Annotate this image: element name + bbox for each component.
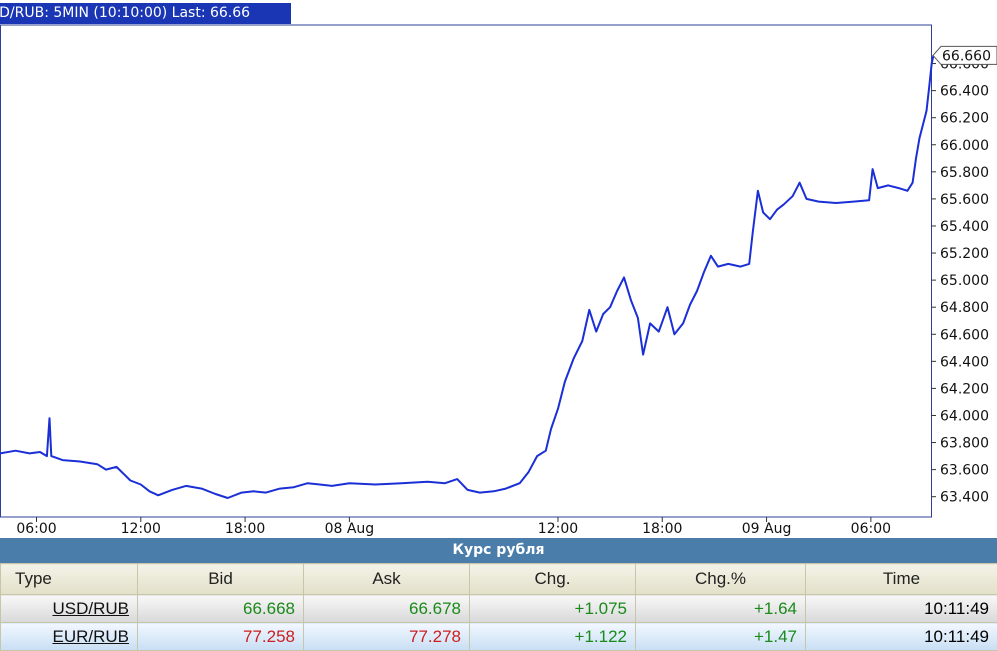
table-row[interactable]: USD/RUB 66.668 66.678 +1.075 +1.64 10:11…: [1, 595, 997, 623]
y-tick-label: 66.200: [940, 111, 989, 127]
last-price-label: 66.660: [942, 48, 991, 64]
y-tick-label: 65.400: [940, 219, 989, 235]
time-cell: 10:11:49: [806, 595, 997, 623]
ask-cell: 66.678: [304, 595, 470, 623]
col-header-time[interactable]: Time: [806, 564, 997, 595]
y-tick-label: 64.800: [940, 300, 989, 316]
y-tick-label: 65.200: [940, 246, 989, 262]
col-header-chg[interactable]: Chg.: [470, 564, 636, 595]
x-tick-label: 09 Aug: [742, 521, 792, 537]
y-tick-label: 63.800: [940, 436, 989, 452]
col-header-chg-pct[interactable]: Chg.%: [636, 564, 806, 595]
bid-cell: 66.668: [138, 595, 304, 623]
y-tick-label: 64.200: [940, 381, 989, 397]
panel-header: Курс рубля: [0, 538, 997, 563]
x-tick-label: 18:00: [225, 521, 265, 537]
time-cell: 10:11:49: [806, 623, 997, 651]
y-tick-label: 65.600: [940, 192, 989, 208]
chg-pct-cell: +1.64: [636, 595, 806, 623]
x-tick-label: 06:00: [851, 521, 891, 537]
plot-frame: [1, 25, 932, 517]
last-price-marker: 66.660: [933, 46, 997, 64]
col-header-bid[interactable]: Bid: [138, 564, 304, 595]
instrument-link-usd-rub[interactable]: USD/RUB: [52, 599, 129, 618]
y-tick-label: 66.400: [940, 84, 989, 100]
chart-canvas: 63.400 63.600 63.800 64.000 64.200 64.400 64.6…: [0, 0, 997, 537]
x-tick-label: 08 Aug: [325, 521, 375, 537]
x-tick-label: 18:00: [642, 521, 682, 537]
y-tick-label: 65.000: [940, 273, 989, 289]
price-chart: 63.400 63.600 63.800 64.000 64.200 64.400 64.6…: [0, 0, 997, 537]
table-header-row: Type Bid Ask Chg. Chg.% Time: [1, 564, 997, 595]
chart-title: USD/RUB: 5MIN (10:10:00) Last: 66.66: [0, 3, 291, 24]
chg-cell: +1.075: [470, 595, 636, 623]
chg-cell: +1.122: [470, 623, 636, 651]
col-header-ask[interactable]: Ask: [304, 564, 470, 595]
y-tick-label: 63.400: [940, 490, 989, 506]
ask-cell: 77.278: [304, 623, 470, 651]
y-tick-label: 64.600: [940, 327, 989, 343]
instrument-link-eur-rub[interactable]: EUR/RUB: [52, 627, 129, 646]
quotes-table: Type Bid Ask Chg. Chg.% Time USD/RUB 66.…: [0, 563, 997, 651]
y-tick-label: 65.800: [940, 165, 989, 181]
table-row[interactable]: EUR/RUB 77.258 77.278 +1.122 +1.47 10:11…: [1, 623, 997, 651]
y-tick-label: 66.000: [940, 138, 989, 154]
y-tick-label: 64.400: [940, 354, 989, 370]
x-tick-label: 12:00: [121, 521, 161, 537]
y-tick-label: 64.000: [940, 408, 989, 424]
chg-pct-cell: +1.47: [636, 623, 806, 651]
bid-cell: 77.258: [138, 623, 304, 651]
col-header-type[interactable]: Type: [1, 564, 138, 595]
x-tick-label: 06:00: [16, 521, 56, 537]
y-tick-label: 63.600: [940, 463, 989, 479]
x-tick-label: 12:00: [538, 521, 578, 537]
